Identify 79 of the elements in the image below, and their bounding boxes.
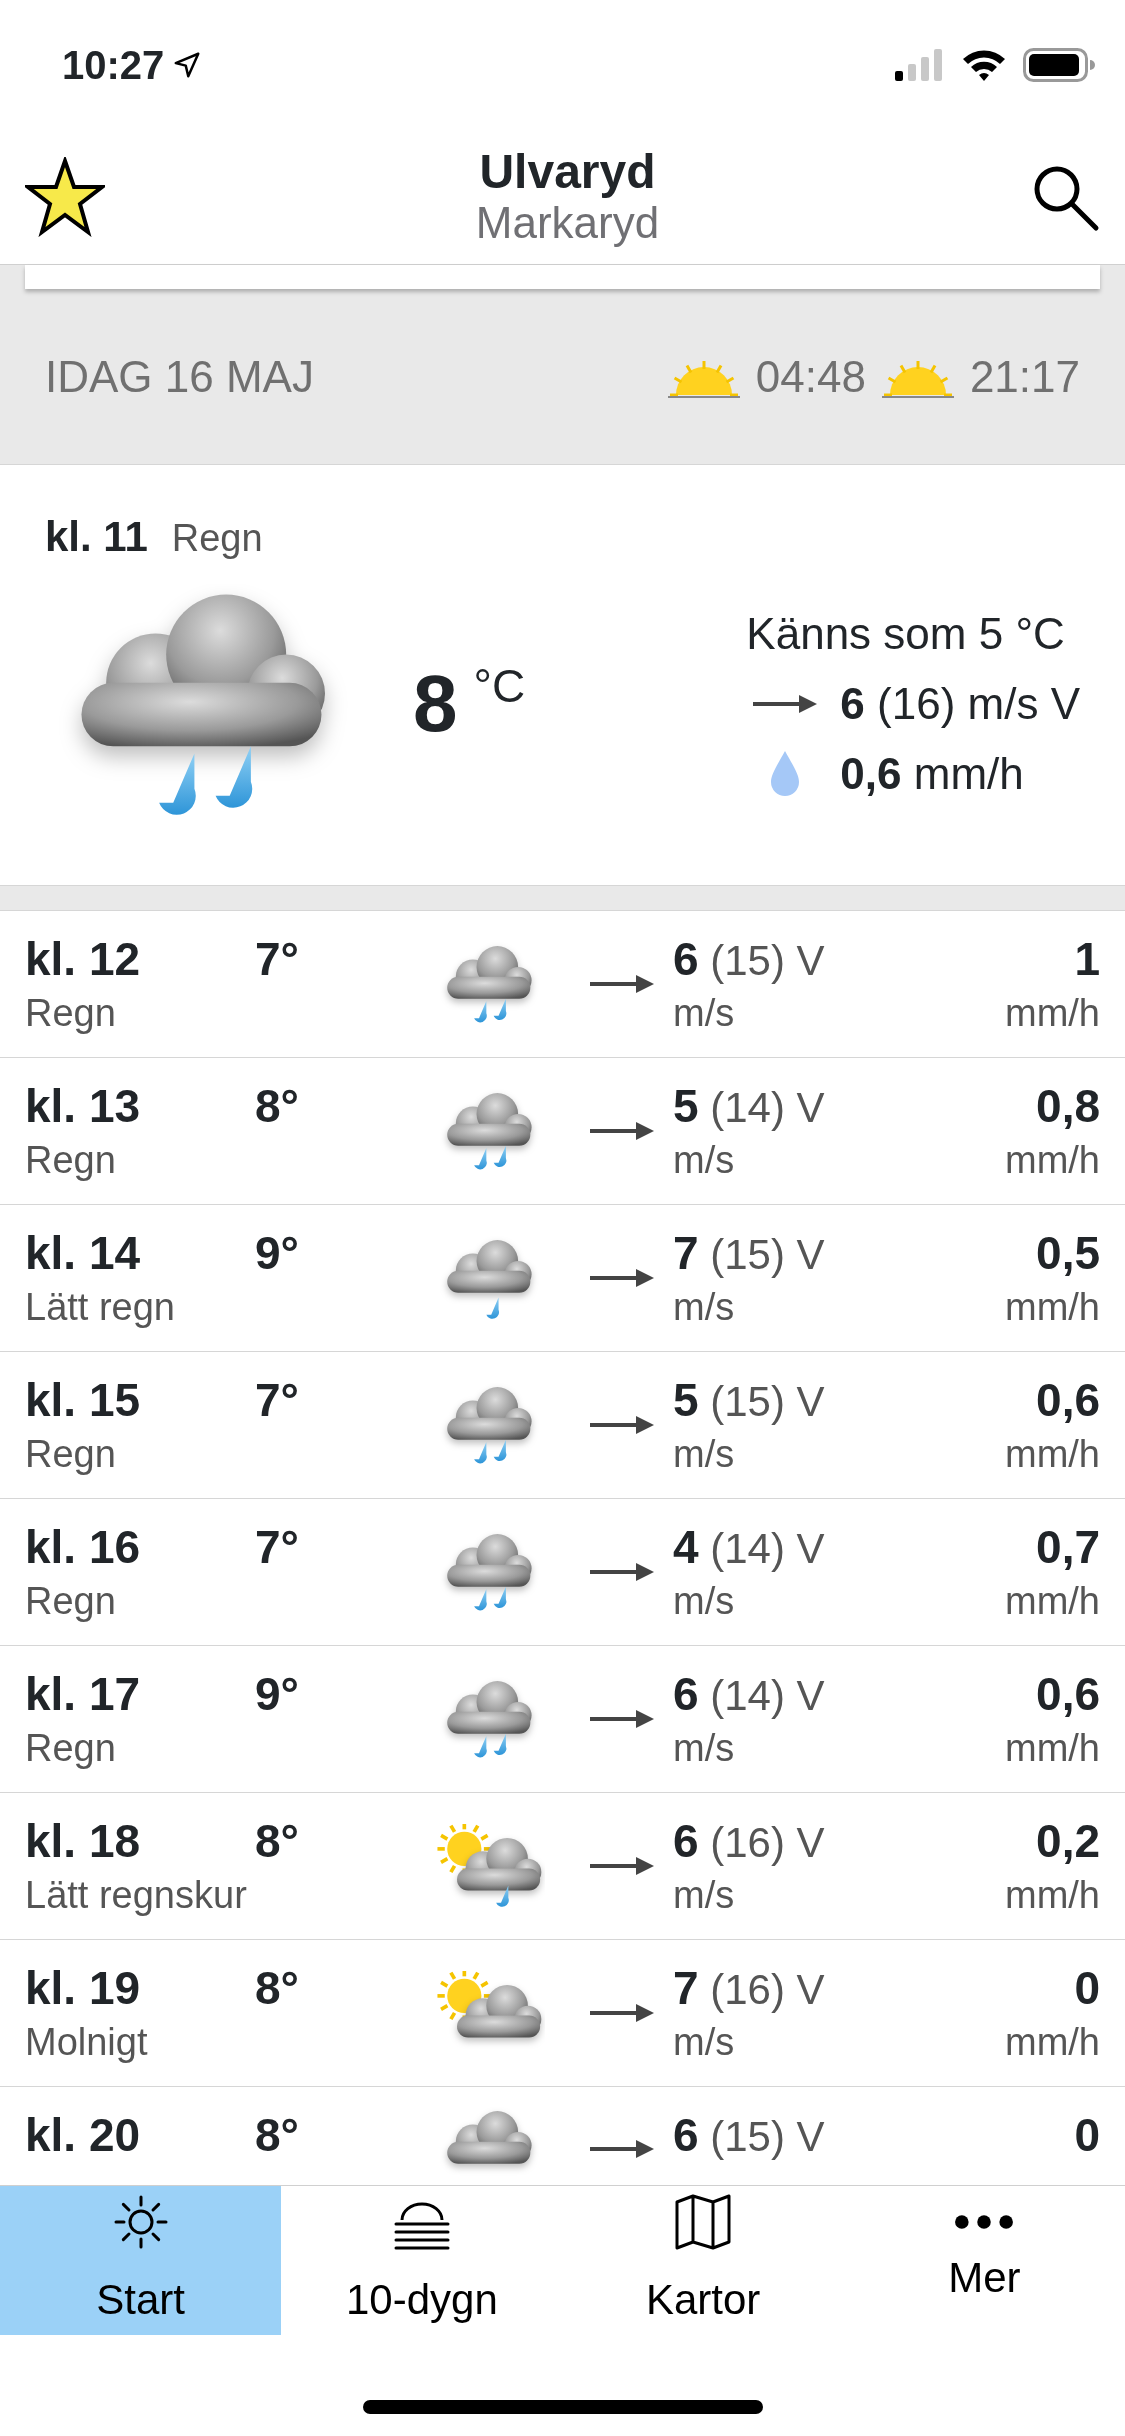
- wind-unit: m/s: [673, 1431, 736, 1477]
- wifi-icon: [961, 48, 1007, 82]
- precipitation: 0,6: [1035, 1667, 1100, 1722]
- hour-label: kl. 14: [25, 1226, 142, 1281]
- location-subtitle: Markaryd: [475, 199, 660, 248]
- temperature: 9°: [255, 1667, 300, 1722]
- wind-speed: 6 (15) V: [673, 932, 826, 987]
- precipitation: 1: [1073, 932, 1100, 987]
- sunrise-time: 04:48: [755, 350, 866, 403]
- weather-description: Lätt regnskur: [25, 1872, 248, 1918]
- wind-speed: 5 (15) V: [673, 1373, 826, 1428]
- precipitation: 0: [1073, 1961, 1100, 2016]
- location-title: Ulvaryd: [478, 146, 657, 200]
- wind-speed: 6 (16) V: [673, 1814, 826, 1869]
- temperature: 7°: [255, 1373, 300, 1428]
- clock-time: 10:27: [62, 42, 165, 89]
- tab[interactable]: Start: [0, 2186, 282, 2335]
- temperature: 8°: [255, 2108, 300, 2163]
- precipitation-unit: mm/h: [1005, 1578, 1100, 1624]
- weather-description: Molnigt: [25, 2019, 149, 2065]
- precipitation-unit: mm/h: [1005, 2019, 1100, 2065]
- precipitation: 0,2: [1035, 1814, 1100, 1869]
- temperature: 8°: [255, 1961, 300, 2016]
- hour-label: kl. 19: [25, 1961, 142, 2016]
- wind-unit: m/s: [673, 1137, 736, 1183]
- hour-label: kl. 20: [25, 2108, 142, 2163]
- weather-description: Regn: [25, 1137, 117, 1183]
- wind-text: 6 (16) m/s V: [840, 678, 1080, 730]
- precipitation-unit: mm/h: [1005, 1431, 1100, 1477]
- wind-unit: m/s: [673, 1872, 736, 1918]
- precipitation: 0: [1074, 2108, 1100, 2163]
- precipitation-unit: mm/h: [1005, 1725, 1100, 1771]
- precipitation: 0,7: [1035, 1520, 1100, 1575]
- temperature: 9°: [255, 1226, 300, 1281]
- hour-label: kl. 15: [25, 1373, 142, 1428]
- weather-description: Regn: [25, 1578, 117, 1624]
- weather-description: Regn: [25, 1431, 117, 1477]
- wind-speed: 4 (14) V: [673, 1520, 826, 1575]
- wind-speed: 5 (14) V: [673, 1079, 826, 1134]
- signal-icon: [895, 49, 945, 81]
- wind-speed: 6 (15) V: [673, 2108, 826, 2163]
- weather-description: Lätt regn: [25, 1284, 176, 1330]
- wind-unit: m/s: [673, 2019, 736, 2065]
- hour-label: kl. 16: [25, 1520, 142, 1575]
- hour-label: kl. 18: [25, 1814, 142, 1869]
- hour-label: kl. 11: [45, 512, 148, 562]
- wind-speed: 7 (16) V: [673, 1961, 826, 2016]
- wind-unit: m/s: [673, 1284, 736, 1330]
- weather-description: Regn: [25, 1725, 117, 1771]
- temperature: 7°: [255, 1520, 300, 1575]
- temperature: 8: [413, 658, 458, 750]
- precipitation: 0,8: [1035, 1079, 1100, 1134]
- favorite-star-button[interactable]: [25, 157, 105, 237]
- wind-unit: m/s: [673, 990, 736, 1036]
- wind-unit: m/s: [673, 1578, 736, 1624]
- sunset-time: 21:17: [969, 350, 1080, 403]
- temperature: 7°: [255, 932, 300, 987]
- temperature: 8°: [255, 1814, 300, 1869]
- precipitation-unit: mm/h: [1005, 1137, 1100, 1183]
- battery-icon: [1023, 48, 1095, 82]
- precipitation-unit: mm/h: [1005, 1284, 1100, 1330]
- date-label: IDAG 16 MAJ: [45, 350, 314, 403]
- precipitation-unit: mm/h: [1005, 1872, 1100, 1918]
- feels-like-text: Känns som 5 °C: [746, 608, 1066, 660]
- temperature-unit: °C: [473, 659, 526, 714]
- temperature: 8°: [255, 1079, 300, 1134]
- weather-description: Regn: [171, 516, 263, 561]
- wind-unit: m/s: [673, 1725, 736, 1771]
- precipitation-text: 0,6 mm/h: [840, 748, 1024, 800]
- hour-label: kl. 17: [25, 1667, 142, 1722]
- wind-speed: 6 (14) V: [673, 1667, 826, 1722]
- precipitation: 0,5: [1035, 1226, 1100, 1281]
- hour-label: kl. 13: [25, 1079, 142, 1134]
- arrow-icon: [590, 2137, 654, 2161]
- hour-label: kl. 12: [25, 932, 142, 987]
- weather-description: Regn: [25, 990, 117, 1036]
- precipitation: 0,6: [1035, 1373, 1100, 1428]
- precipitation-unit: mm/h: [1005, 990, 1100, 1036]
- wind-speed: 7 (15) V: [673, 1226, 826, 1281]
